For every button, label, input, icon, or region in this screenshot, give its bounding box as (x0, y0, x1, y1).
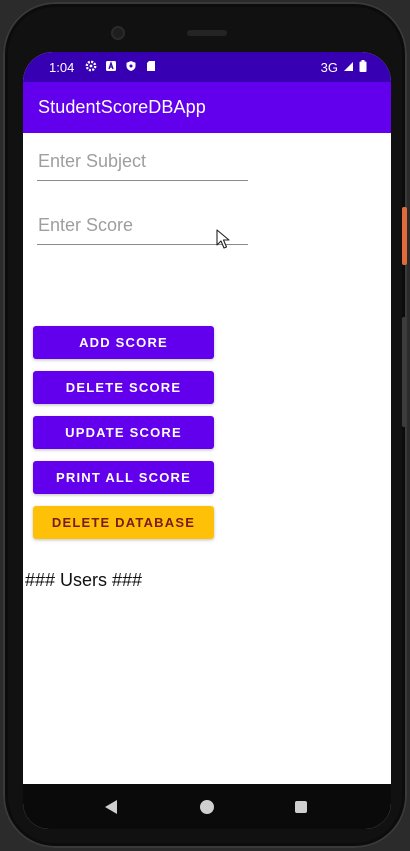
earpiece-speaker (187, 30, 227, 36)
delete-score-button[interactable]: DELETE SCORE (33, 371, 214, 404)
navigation-bar (23, 784, 391, 829)
signal-icon (343, 60, 354, 75)
volume-rocker[interactable] (402, 317, 407, 427)
power-button[interactable] (402, 207, 407, 265)
users-output-text: ### Users ### (25, 570, 143, 590)
shield-icon (125, 60, 137, 72)
app-title: StudentScoreDBApp (38, 97, 206, 117)
status-right: 3G (321, 60, 367, 75)
status-time: 1:04 (49, 60, 75, 75)
main-content: ADD SCORE DELETE SCORE UPDATE SCORE PRIN… (23, 133, 391, 784)
settings-gear-icon (85, 60, 97, 72)
battery-icon (359, 60, 367, 75)
home-icon[interactable] (200, 800, 214, 814)
mouse-pointer-icon (216, 229, 230, 249)
network-type: 3G (320, 60, 338, 75)
notification-icons (85, 60, 157, 72)
front-camera-icon (111, 26, 125, 40)
delete-database-button[interactable]: DELETE DATABASE (33, 506, 214, 539)
recents-icon[interactable] (295, 801, 307, 813)
device-screen: 1:04 3G StudentScoreDBApp Enter Subject … (23, 52, 391, 829)
back-icon[interactable] (105, 800, 117, 814)
sd-card-icon (145, 60, 157, 72)
status-bar: 1:04 3G (23, 52, 391, 82)
device-frame: 1:04 3G StudentScoreDBApp Enter Subject … (3, 2, 407, 848)
subject-input[interactable] (37, 147, 248, 181)
update-score-button[interactable]: UPDATE SCORE (33, 416, 214, 449)
add-score-button[interactable]: ADD SCORE (33, 326, 214, 359)
print-all-score-button[interactable]: PRINT ALL SCORE (33, 461, 214, 494)
app-bar: StudentScoreDBApp (23, 82, 391, 133)
a-badge-icon (105, 60, 117, 72)
